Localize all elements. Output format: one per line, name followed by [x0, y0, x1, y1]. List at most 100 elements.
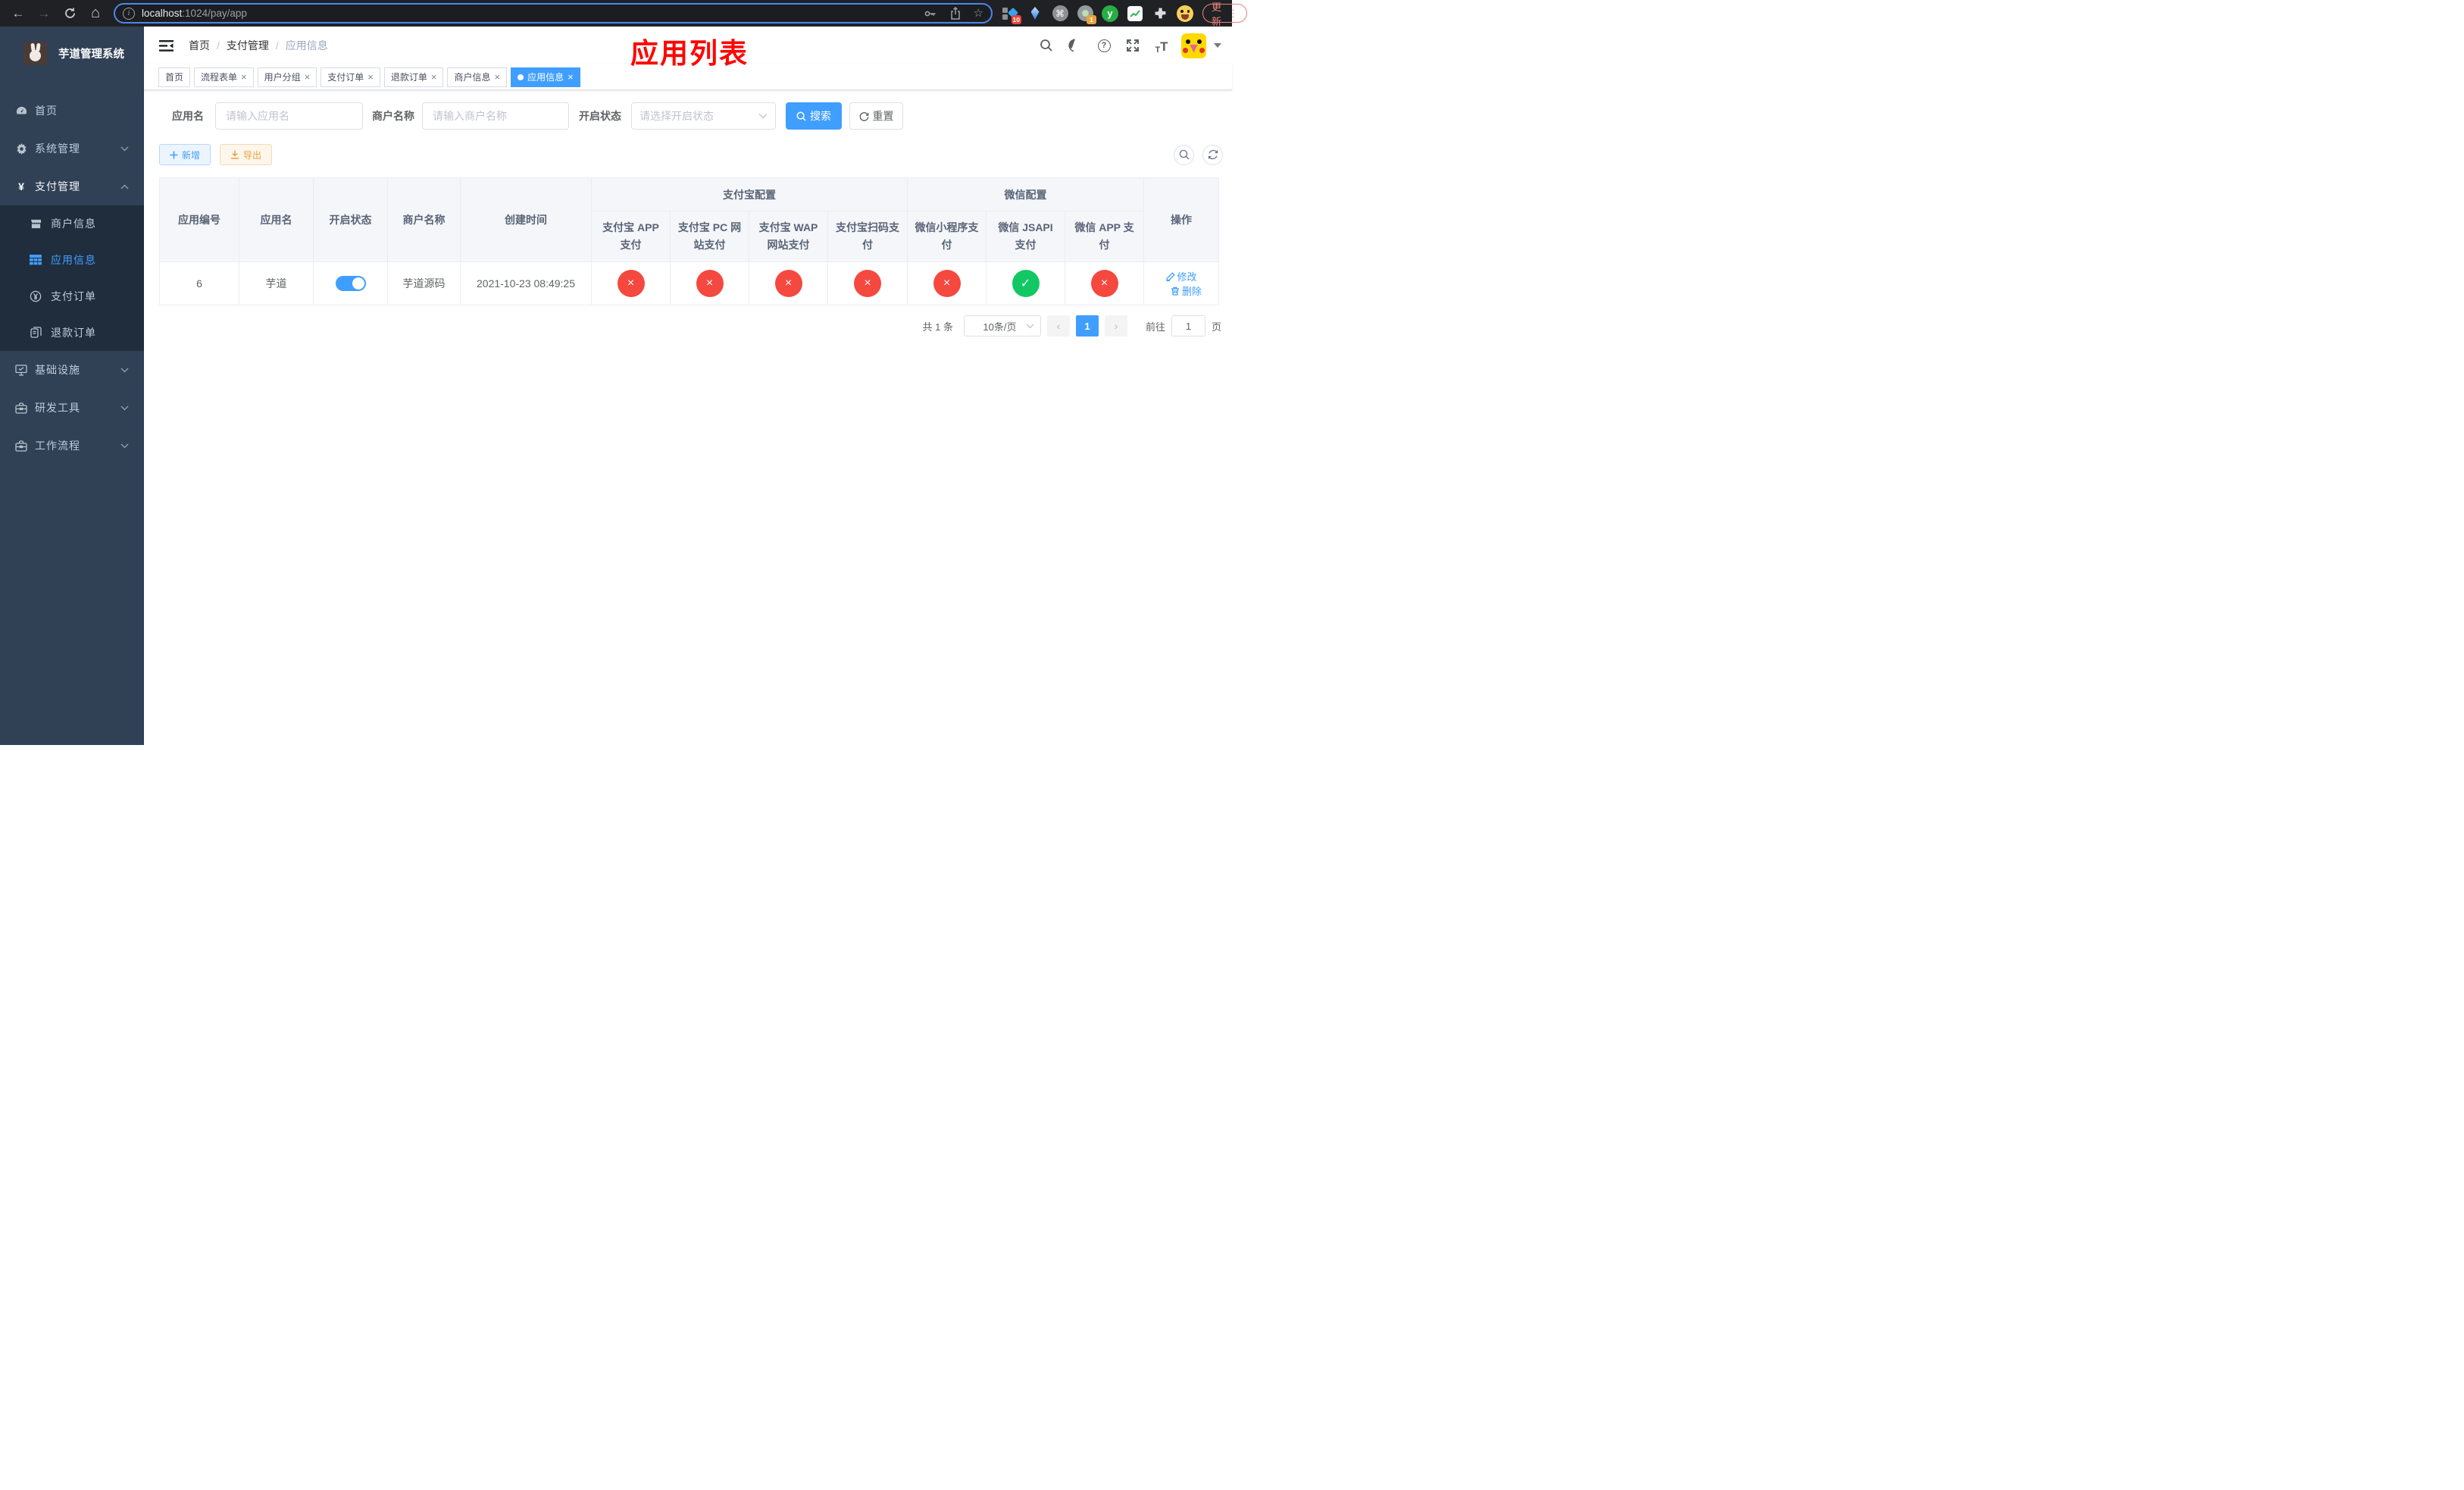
sidebar-item-home[interactable]: 首页	[0, 92, 144, 130]
extensions-bar: 10 ⌘ 1 y	[1002, 5, 1193, 24]
collapse-sidebar-icon[interactable]	[155, 35, 177, 56]
sidebar-item-app[interactable]: 应用信息	[0, 242, 144, 278]
status-alipay-wap: ×	[774, 270, 802, 297]
cell-app-name: 芋道	[239, 261, 314, 305]
extension-chart-icon[interactable]	[1127, 5, 1143, 22]
key-icon[interactable]	[924, 7, 937, 20]
bookmark-star-icon[interactable]: ☆	[974, 8, 983, 19]
merchant-name-input[interactable]	[422, 102, 569, 130]
info-icon[interactable]: i	[123, 7, 135, 20]
close-icon[interactable]: ×	[494, 72, 500, 82]
extension-kite-icon[interactable]	[1027, 5, 1043, 22]
reload-icon[interactable]	[61, 5, 79, 23]
update-label: 更新	[1212, 1, 1222, 27]
sidebar-item-merchant[interactable]: 商户信息	[0, 205, 144, 242]
forward-icon[interactable]: →	[35, 5, 53, 23]
chevron-down-icon	[120, 405, 129, 411]
tag-refund-order[interactable]: 退款订单 ×	[383, 67, 444, 87]
close-icon[interactable]: ×	[568, 72, 574, 82]
help-icon[interactable]: ?	[1095, 36, 1113, 55]
sidebar-item-system[interactable]: 系统管理	[0, 130, 144, 167]
github-icon[interactable]	[1066, 36, 1084, 55]
refresh-icon	[1208, 149, 1218, 160]
topbar: 首页 / 支付管理 / 应用信息 ? T T	[144, 27, 1232, 64]
table-row: 6 芋道 芋道源码 2021-10-23 08:49:25 × × × × × …	[159, 261, 1220, 305]
edit-button[interactable]: 修改	[1165, 269, 1197, 283]
enabled-switch[interactable]	[335, 276, 366, 291]
home-icon[interactable]: ⌂	[86, 5, 105, 23]
monitor-icon	[15, 364, 27, 376]
cell-app-id: 6	[159, 261, 239, 305]
font-size-icon[interactable]: TT	[1152, 36, 1171, 55]
status-alipay-qr: ×	[854, 270, 881, 297]
trash-icon	[1171, 286, 1179, 296]
sidebar-item-refund-order[interactable]: 退款订单	[0, 315, 144, 351]
tag-merchant[interactable]: 商户信息 ×	[447, 67, 508, 87]
download-icon	[231, 150, 239, 159]
sidebar-item-infra[interactable]: 基础设施	[0, 351, 144, 389]
back-icon[interactable]: ←	[9, 5, 27, 23]
group-alipay: 支付宝配置	[591, 177, 908, 211]
next-page-button[interactable]: ›	[1104, 315, 1127, 337]
tag-flow-form[interactable]: 流程表单 ×	[194, 67, 254, 87]
sidebar-item-devtools[interactable]: 研发工具	[0, 389, 144, 427]
refresh-table-button[interactable]	[1202, 144, 1223, 165]
close-icon[interactable]: ×	[305, 72, 311, 82]
chevron-down-icon	[120, 443, 129, 449]
caret-down-icon[interactable]	[1214, 43, 1221, 48]
pay-submenu: 商户信息 应用信息 支付订单 退款订单	[0, 205, 144, 351]
toggle-search-button[interactable]	[1174, 144, 1194, 165]
status-wx-jsapi: ✓	[1012, 270, 1040, 297]
fullscreen-icon[interactable]	[1124, 36, 1142, 55]
sidebar-item-workflow[interactable]: 工作流程	[0, 427, 144, 465]
export-button[interactable]: 导出	[220, 144, 273, 165]
status-select[interactable]: 请选择开启状态	[631, 102, 776, 130]
tag-app-info[interactable]: 应用信息 ×	[511, 67, 580, 87]
breadcrumb-home[interactable]: 首页	[189, 38, 210, 53]
prev-page-button[interactable]: ‹	[1046, 315, 1070, 337]
extension-emoji-icon[interactable]	[1177, 5, 1193, 22]
browser-update-button[interactable]: 更新 ⋮	[1202, 2, 1248, 27]
briefcase-icon	[15, 440, 27, 452]
grid-icon	[30, 254, 42, 266]
sidebar: 芋道管理系统 首页 系统管理 ¥ 支付管理 商户信息 应用信息 支付订单 退款订…	[0, 27, 144, 745]
delete-button[interactable]: 删除	[1171, 283, 1202, 298]
browser-menu-icon[interactable]: ⋮	[1228, 8, 1238, 20]
extension-badge: 1	[1087, 14, 1096, 24]
col-alipay-qr: 支付宝扫码支付	[827, 211, 908, 262]
add-button[interactable]: 新增	[159, 144, 211, 165]
tag-user-group[interactable]: 用户分组 ×	[257, 67, 317, 87]
extension-profile-icon[interactable]: 1	[1077, 5, 1096, 24]
close-icon[interactable]: ×	[241, 72, 247, 82]
page-1-button[interactable]: 1	[1075, 315, 1099, 337]
breadcrumb-pay[interactable]: 支付管理	[227, 38, 269, 53]
extension-grid-icon[interactable]: 10	[1002, 5, 1021, 24]
url-text[interactable]: localhost:1024/pay/app	[142, 8, 247, 19]
close-icon[interactable]: ×	[431, 72, 437, 82]
col-alipay-wap: 支付宝 WAP 网站支付	[749, 211, 828, 262]
sidebar-item-pay-order[interactable]: 支付订单	[0, 278, 144, 315]
tag-bar: 首页 流程表单 × 用户分组 × 支付订单 × 退款订单 × 商户信息 × 应用信息 ×	[144, 64, 1232, 90]
user-avatar[interactable]	[1181, 33, 1206, 58]
extension-command-icon[interactable]: ⌘	[1052, 5, 1068, 22]
col-wx-app: 微信 APP 支付	[1064, 211, 1145, 262]
sidebar-item-pay[interactable]: ¥ 支付管理	[0, 167, 144, 205]
url-bar[interactable]: i localhost:1024/pay/app ☆	[114, 3, 993, 23]
share-icon[interactable]	[949, 6, 962, 20]
logo-row[interactable]: 芋道管理系统	[0, 27, 144, 80]
app-name-label: 应用名	[172, 110, 204, 122]
close-icon[interactable]: ×	[367, 72, 374, 82]
extension-y-icon[interactable]: y	[1102, 5, 1118, 22]
goto-page-input[interactable]	[1171, 315, 1205, 337]
cell-ops: 修改 删除	[1143, 261, 1220, 305]
col-app-name: 应用名	[239, 177, 314, 262]
tag-pay-order[interactable]: 支付订单 ×	[321, 67, 380, 87]
col-merchant: 商户名称	[387, 177, 461, 262]
extensions-puzzle-icon[interactable]	[1152, 5, 1168, 22]
tag-home[interactable]: 首页	[158, 67, 191, 87]
app-name-input[interactable]	[215, 102, 363, 130]
page-size-select[interactable]: 10条/页	[963, 315, 1041, 337]
search-button[interactable]: 搜索	[786, 102, 842, 130]
search-icon[interactable]	[1037, 36, 1055, 55]
reset-button[interactable]: 重置	[849, 102, 903, 130]
